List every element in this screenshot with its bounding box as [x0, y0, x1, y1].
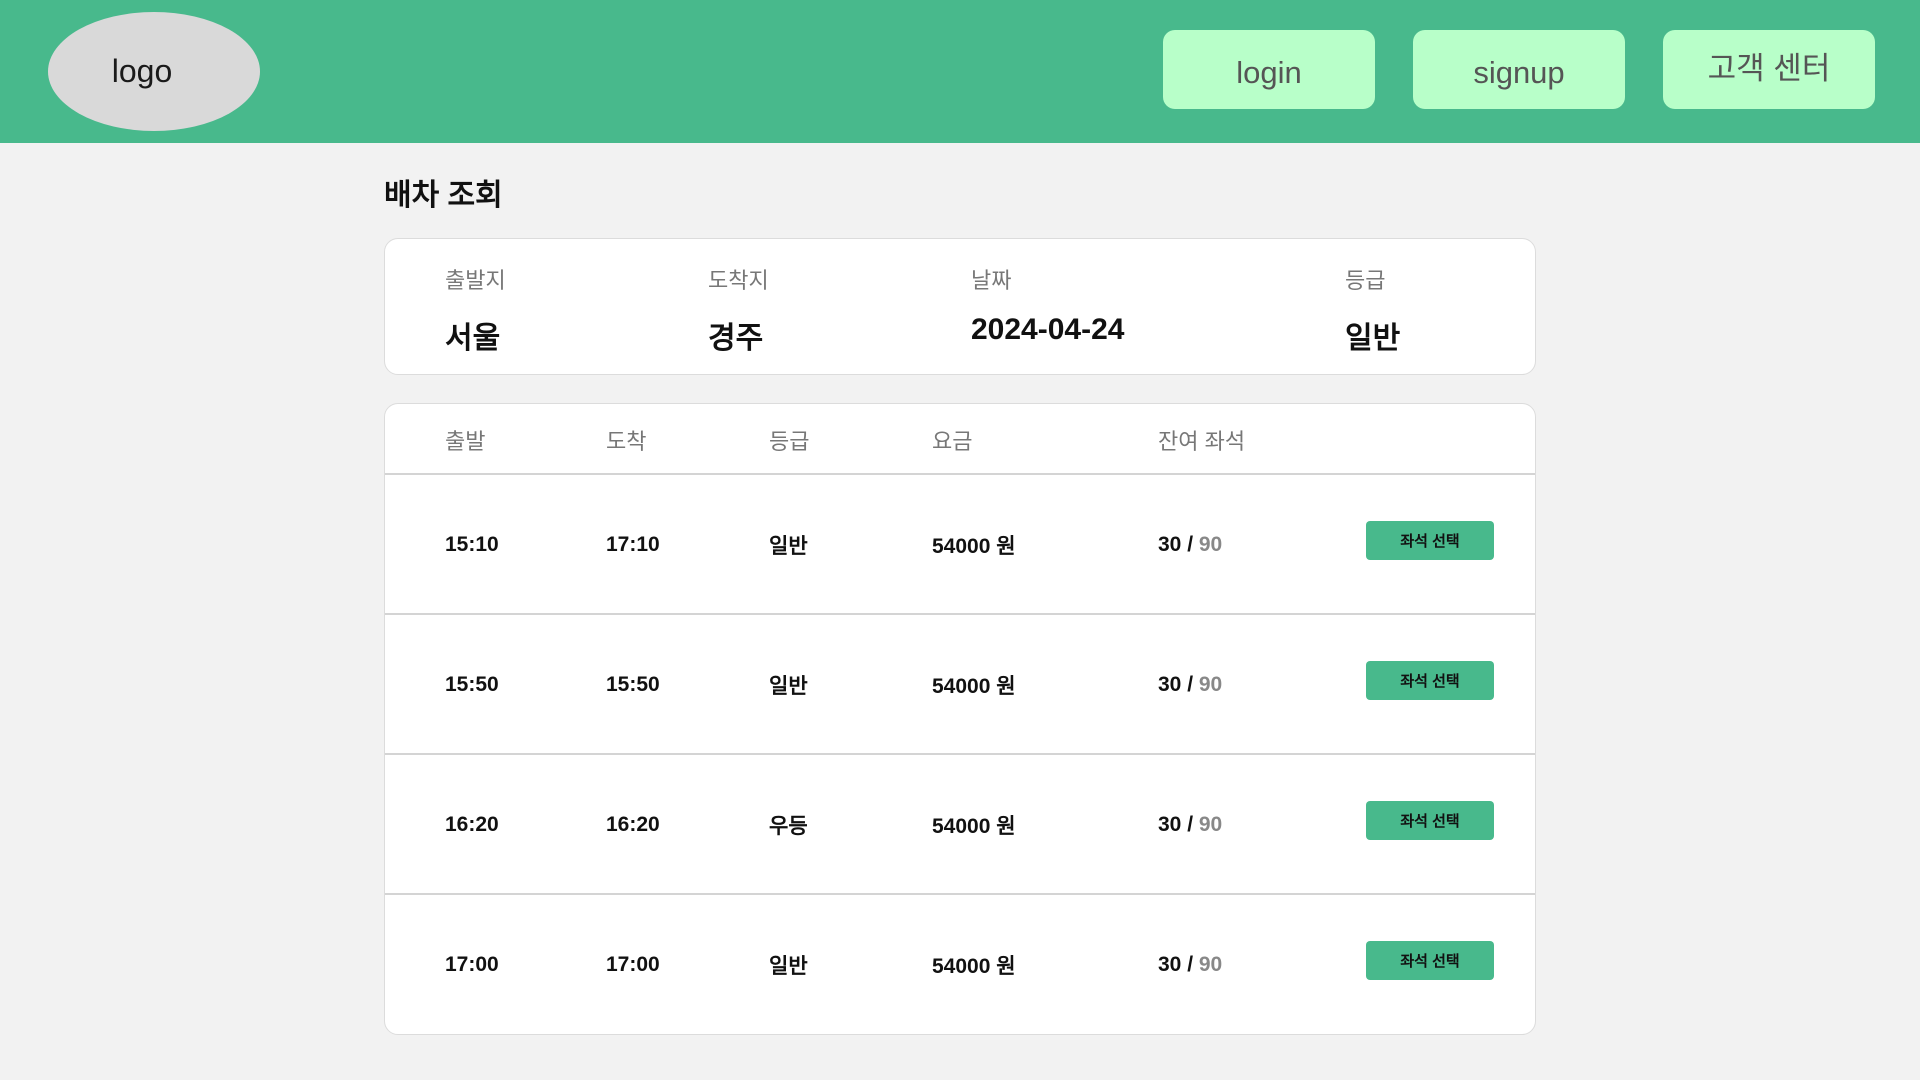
select-seat-button[interactable]: 좌석 선택: [1366, 801, 1494, 840]
seats-total: 90: [1198, 813, 1223, 836]
seats-left: 30: [1158, 673, 1182, 696]
table-row: 15:10 17:10 일반 54000 원 30 / 90 좌석 선택: [385, 475, 1535, 615]
header-fare: 요금: [932, 429, 973, 454]
table-header: 출발 도착 등급 요금 잔여 좌석: [385, 404, 1535, 475]
top-header: logo login signup 고객 센터: [0, 0, 1920, 143]
origin-label: 출발지: [445, 268, 506, 293]
logo-text: logo: [111, 53, 173, 89]
destination-value: 경주: [708, 322, 764, 355]
seats-left: 30: [1158, 533, 1182, 556]
seats-separator: /: [1181, 813, 1199, 836]
seats-left: 30: [1158, 813, 1182, 836]
destination-label: 도착지: [708, 268, 769, 293]
logo[interactable]: logo: [48, 12, 260, 131]
arrival-time: 16:20: [606, 813, 660, 836]
bus-grade: 우등: [769, 815, 808, 838]
departure-time: 17:00: [445, 953, 499, 976]
departure-time: 16:20: [445, 813, 499, 836]
date-value: 2024-04-24: [971, 313, 1125, 346]
seats-total: 90: [1198, 533, 1223, 556]
header-remaining-seats: 잔여 좌석: [1158, 429, 1246, 454]
select-seat-button[interactable]: 좌석 선택: [1366, 521, 1494, 560]
seats-total: 90: [1198, 673, 1223, 696]
table-row: 15:50 15:50 일반 54000 원 30 / 90 좌석 선택: [385, 615, 1535, 755]
select-seat-button[interactable]: 좌석 선택: [1366, 661, 1494, 700]
seats-left: 30: [1158, 953, 1182, 976]
signup-button[interactable]: signup: [1413, 30, 1625, 109]
fare: 54000 원: [932, 955, 1016, 978]
header-departure: 출발: [445, 429, 486, 454]
seats-separator: /: [1181, 533, 1199, 556]
grade-label: 등급: [1345, 268, 1386, 293]
table-row: 16:20 16:20 우등 54000 원 30 / 90 좌석 선택: [385, 755, 1535, 895]
departure-time: 15:10: [445, 533, 499, 556]
seats-total: 90: [1198, 953, 1223, 976]
arrival-time: 17:10: [606, 533, 660, 556]
remaining-seats: 30 / 90: [1158, 615, 1222, 755]
fare: 54000 원: [932, 815, 1016, 838]
seats-separator: /: [1181, 953, 1199, 976]
customer-center-button[interactable]: 고객 센터: [1663, 30, 1875, 109]
remaining-seats: 30 / 90: [1158, 755, 1222, 895]
origin-value: 서울: [445, 322, 501, 355]
arrival-time: 15:50: [606, 673, 660, 696]
grade-value: 일반: [1345, 322, 1401, 355]
remaining-seats: 30 / 90: [1158, 895, 1223, 1034]
date-label: 날짜: [971, 268, 1012, 293]
header-grade: 등급: [769, 429, 810, 454]
login-button[interactable]: login: [1163, 30, 1375, 109]
remaining-seats: 30 / 90: [1158, 475, 1222, 615]
header-arrival: 도착: [606, 429, 647, 454]
bus-grade: 일반: [769, 955, 808, 978]
departure-time: 15:50: [445, 673, 499, 696]
table-row: 17:00 17:00 일반 54000 원 30 / 90 좌석 선택: [385, 895, 1535, 1034]
fare: 54000 원: [932, 675, 1016, 698]
seats-separator: /: [1181, 673, 1199, 696]
bus-grade: 일반: [769, 675, 808, 698]
schedule-table: 출발 도착 등급 요금 잔여 좌석 15:10 17:10 일반 54000 원…: [384, 403, 1536, 1035]
signup-button-label: signup: [1473, 54, 1565, 90]
customer-center-button-label: 고객 센터: [1707, 51, 1831, 86]
arrival-time: 17:00: [606, 953, 660, 976]
bus-grade: 일반: [769, 535, 808, 558]
search-summary-card: 출발지 서울 도착지 경주 날짜 2024-04-24 등급 일반: [384, 238, 1536, 375]
page-title: 배차 조회: [384, 179, 503, 212]
select-seat-button[interactable]: 좌석 선택: [1366, 941, 1494, 980]
login-button-label: login: [1236, 54, 1302, 90]
fare: 54000 원: [932, 535, 1016, 558]
